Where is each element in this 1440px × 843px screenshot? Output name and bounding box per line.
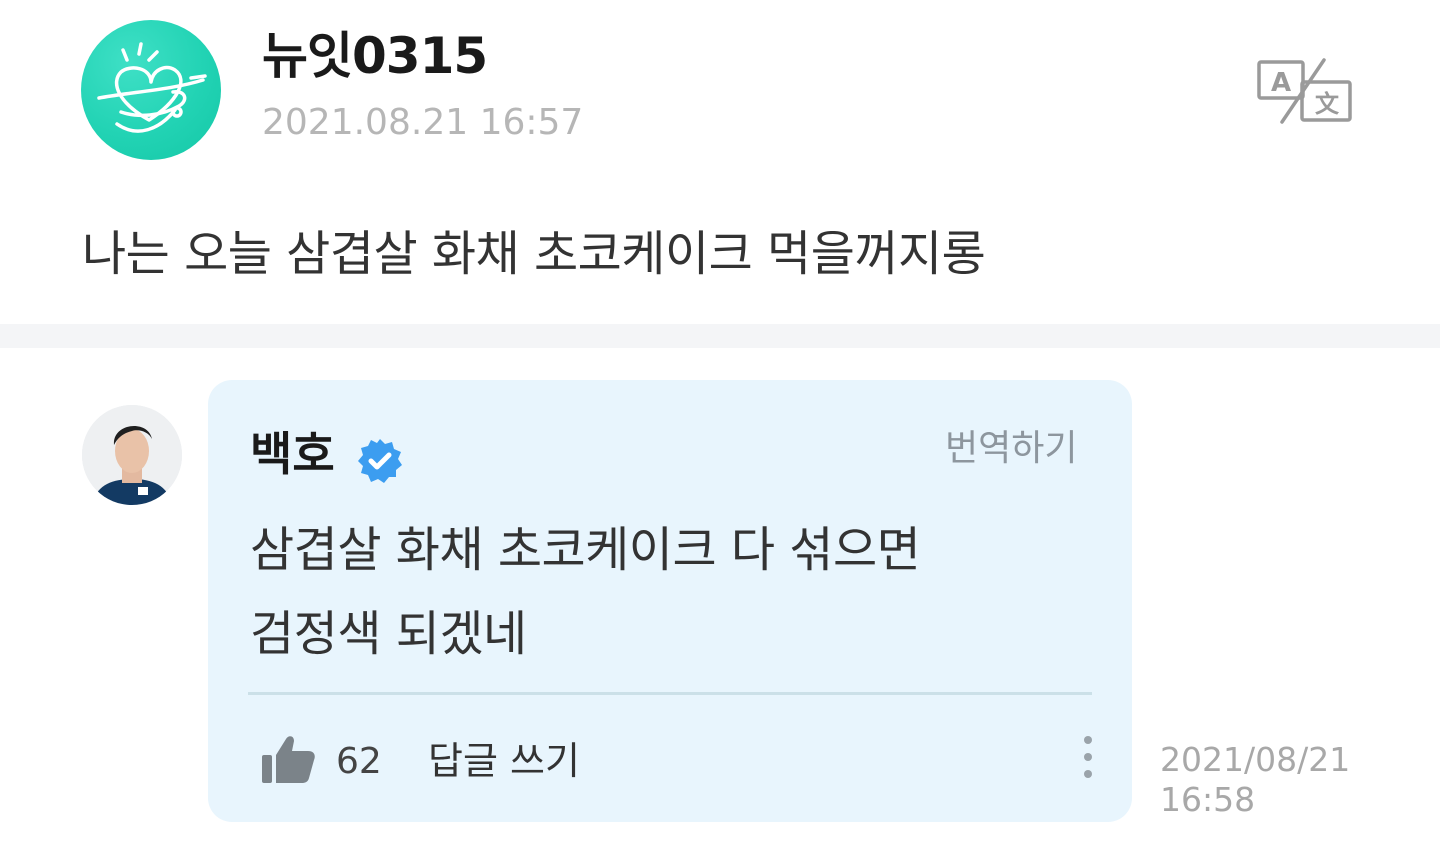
commenter-avatar[interactable] xyxy=(82,405,182,505)
comment-date: 2021/08/21 xyxy=(1160,740,1351,779)
comment-line: 삼겹살 화채 초코케이크 다 섞으면 xyxy=(250,522,921,578)
reply-button[interactable]: 답글 쓰기 xyxy=(428,736,580,786)
post-timestamp: 2021.08.21 16:57 xyxy=(262,102,584,143)
commenter-name[interactable]: 백호 xyxy=(250,425,335,483)
verified-badge-icon xyxy=(356,437,404,485)
fan-post-screen: 뉴잇0315 2021.08.21 16:57 A 文 나는 오늘 삼겹살 화채… xyxy=(0,0,1440,843)
svg-text:文: 文 xyxy=(1315,90,1340,118)
post-body-text: 나는 오늘 삼겹살 화채 초코케이크 먹을꺼지롱 xyxy=(82,226,986,282)
comment-line: 검정색 되겠네 xyxy=(250,606,527,662)
profile-photo-icon xyxy=(82,405,182,505)
author-avatar[interactable] xyxy=(81,20,221,160)
comment-text: 삼겹살 화채 초코케이크 다 섞으면 검정색 되겠네 xyxy=(250,508,1090,676)
heart-doodle-icon xyxy=(97,42,207,133)
comment-divider xyxy=(248,692,1092,695)
like-count: 62 xyxy=(336,741,382,782)
comment-translate-button[interactable]: 번역하기 xyxy=(945,425,1077,473)
svg-text:A: A xyxy=(1271,68,1291,98)
thumbs-up-icon[interactable] xyxy=(260,733,316,785)
translate-icon[interactable]: A 文 xyxy=(1256,56,1354,126)
comment-time: 16:58 xyxy=(1160,780,1256,819)
author-name[interactable]: 뉴잇0315 xyxy=(262,26,488,86)
section-divider xyxy=(0,324,1440,348)
more-options-icon[interactable] xyxy=(1076,736,1100,786)
comment-timestamp: 2021/08/21 16:58 xyxy=(1160,740,1360,820)
